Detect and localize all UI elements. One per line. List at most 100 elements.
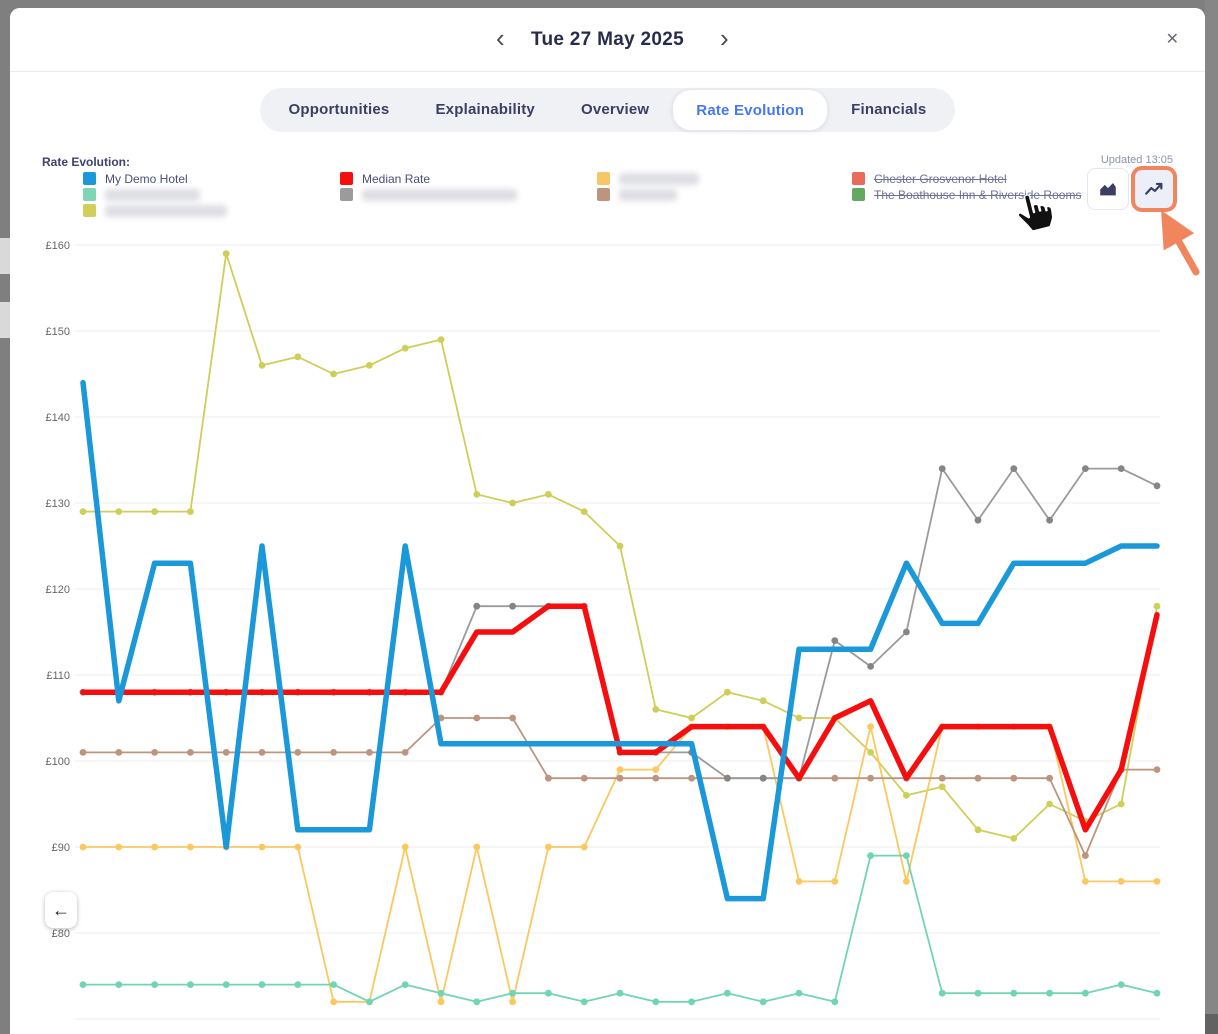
y-axis-tick-label: £90 [52,842,70,854]
series-dot-redacted-competitor-gold [867,723,874,730]
scroll-left-button[interactable]: ← [45,892,77,928]
y-axis-tick-label: £160 [46,240,70,252]
y-axis-tick-label: £140 [46,412,70,424]
series-dot-redacted-competitor-teal [438,990,445,997]
series-dot-redacted-competitor-gray [975,517,982,524]
series-dot-redacted-competitor-gray [473,603,480,610]
legend-item[interactable] [597,172,699,185]
legend-item[interactable] [597,188,699,201]
legend-swatch [340,188,353,201]
series-dot-redacted-competitor-khaki [115,508,122,515]
series-dot-redacted-competitor-teal [903,852,910,859]
y-axis-tick-label: £100 [46,756,70,768]
series-dot-redacted-competitor-khaki [80,508,87,515]
close-icon[interactable]: ✕ [1166,28,1179,52]
series-dot-redacted-competitor-teal [330,981,337,988]
series-dot-redacted-competitor-gold [1118,878,1125,885]
series-dot-redacted-competitor-gold [438,998,445,1005]
series-dot-redacted-competitor-gold [294,844,301,851]
series-dot-redacted-competitor-gray [1118,465,1125,472]
series-dot-redacted-competitor-gray [1154,482,1161,489]
series-dot-redacted-competitor-tan [1046,775,1053,782]
series-dot-redacted-competitor-teal [939,990,946,997]
series-dot-redacted-competitor-gold [831,878,838,885]
series-dot-redacted-competitor-teal [1082,990,1089,997]
series-dot-redacted-competitor-teal [831,998,838,1005]
y-axis-tick-label: £130 [46,498,70,510]
series-dot-redacted-competitor-khaki [617,543,624,550]
legend-swatch [852,172,865,185]
series-dot-redacted-competitor-teal [151,981,158,988]
legend-item[interactable] [83,204,227,217]
series-dot-redacted-competitor-tan [473,715,480,722]
area-chart-button[interactable] [1087,168,1129,210]
series-dot-redacted-competitor-teal [975,990,982,997]
y-axis-tick-label: £80 [52,928,70,940]
series-dot-redacted-competitor-khaki [1154,603,1161,610]
line-chart-button[interactable] [1131,166,1177,212]
legend-item[interactable]: Chester Grosvenor Hotel [852,172,1081,185]
series-dot-redacted-competitor-khaki [151,508,158,515]
tab-financials[interactable]: Financials [828,91,949,129]
series-dot-redacted-competitor-khaki [760,697,767,704]
series-dot-redacted-competitor-gold [581,844,588,851]
legend-label-redacted [362,189,517,201]
series-dot-redacted-competitor-gold [1082,878,1089,885]
legend-label-redacted [619,173,699,185]
legend-item[interactable]: My Demo Hotel [83,172,227,185]
series-dot-redacted-competitor-gold [509,998,516,1005]
legend-item[interactable]: The Boathouse Inn & Riverside Rooms [852,188,1081,201]
tab-opportunities[interactable]: Opportunities [266,91,413,129]
series-dot-redacted-competitor-teal [688,998,695,1005]
series-dot-redacted-competitor-teal [473,998,480,1005]
series-dot-redacted-competitor-khaki [509,500,516,507]
series-dot-redacted-competitor-tan [366,749,373,756]
series-dot-redacted-competitor-tan [187,749,194,756]
series-dot-redacted-competitor-teal [1046,990,1053,997]
series-dot-redacted-competitor-khaki [294,353,301,360]
legend-column: My Demo Hotel [83,172,227,220]
tab-overview[interactable]: Overview [558,91,672,129]
tab-explainability[interactable]: Explainability [412,91,558,129]
series-dot-redacted-competitor-khaki [187,508,194,515]
series-dot-redacted-competitor-tan [402,749,409,756]
y-axis-tick-label: £110 [46,670,70,682]
series-dot-redacted-competitor-tan [688,775,695,782]
series-dot-redacted-competitor-tan [330,749,337,756]
series-dot-redacted-competitor-tan [1010,775,1017,782]
page-scrollbar-track[interactable] [1205,0,1218,1034]
series-dot-redacted-competitor-gray [939,465,946,472]
series-dot-redacted-competitor-teal [581,998,588,1005]
legend-item[interactable] [83,188,227,201]
series-dot-redacted-competitor-teal [652,998,659,1005]
legend-column [597,172,699,204]
legend-label-redacted [619,189,677,201]
series-dot-redacted-competitor-gold [187,844,194,851]
series-dot-redacted-competitor-tan [545,775,552,782]
legend-item[interactable]: Median Rate [340,172,517,185]
series-dot-redacted-competitor-gold [652,766,659,773]
series-dot-redacted-competitor-teal [545,990,552,997]
series-dot-redacted-competitor-gold [473,844,480,851]
series-dot-redacted-competitor-tan [1154,766,1161,773]
tab-rate-evolution[interactable]: Rate Evolution [672,89,828,131]
series-dot-redacted-competitor-teal [259,981,266,988]
legend-label: Chester Grosvenor Hotel [874,172,1007,186]
series-dot-redacted-competitor-teal [724,990,731,997]
next-day-button[interactable]: › [712,8,737,72]
legend-item[interactable] [340,188,517,201]
legend-column: Chester Grosvenor Hotel The Boathouse Inn… [852,172,1081,204]
series-dot-redacted-competitor-gray [509,603,516,610]
series-dot-redacted-competitor-gold [617,766,624,773]
legend-title: Rate Evolution: [42,155,130,169]
series-dot-redacted-competitor-tan [831,775,838,782]
series-dot-redacted-competitor-tan [80,749,87,756]
series-dot-redacted-competitor-gray [867,663,874,670]
series-dot-redacted-competitor-gold [903,878,910,885]
series-dot-redacted-competitor-khaki [903,792,910,799]
series-dot-redacted-competitor-gray [831,637,838,644]
series-dot-redacted-competitor-tan [294,749,301,756]
legend-swatch [597,172,610,185]
series-dot-redacted-competitor-teal [223,981,230,988]
series-dot-redacted-competitor-khaki [724,689,731,696]
